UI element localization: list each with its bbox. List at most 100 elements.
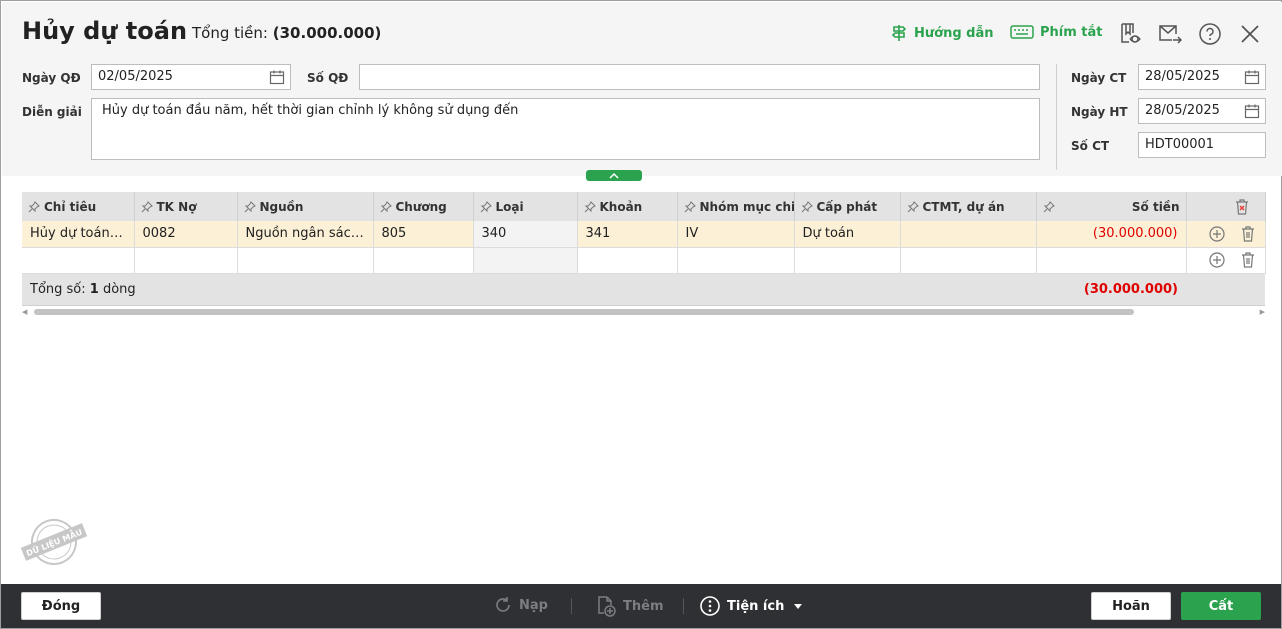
add-button[interactable]: Thêm bbox=[595, 595, 664, 617]
cell-empty[interactable] bbox=[22, 247, 135, 274]
pin-icon[interactable] bbox=[28, 200, 40, 213]
collapse-header-button[interactable] bbox=[586, 170, 642, 181]
cell-nhom-muc-chi[interactable]: IV bbox=[677, 221, 795, 248]
calendar-icon[interactable] bbox=[1244, 69, 1260, 85]
signpost-icon bbox=[891, 25, 907, 41]
ngay-ht-value: 28/05/2025 bbox=[1145, 103, 1220, 118]
detail-grid: Chỉ tiêu TK Nợ Nguồn Chương Loại Khoản N… bbox=[22, 192, 1266, 274]
divider bbox=[1056, 64, 1057, 170]
calendar-icon[interactable] bbox=[1244, 103, 1260, 119]
so-qd-field[interactable] bbox=[359, 64, 1040, 90]
ngay-ct-label: Ngày CT bbox=[1071, 71, 1127, 85]
pin-icon[interactable] bbox=[684, 200, 696, 213]
cell-chuong[interactable]: 805 bbox=[373, 221, 474, 248]
guide-link[interactable]: Hướng dẫn bbox=[890, 24, 994, 42]
horizontal-scrollbar[interactable]: ◀ ▶ bbox=[22, 308, 1265, 316]
scroll-left-icon[interactable]: ◀ bbox=[22, 308, 27, 316]
col-actions bbox=[1186, 192, 1266, 221]
delete-row-icon[interactable] bbox=[1239, 251, 1257, 269]
col-chuong[interactable]: Chương bbox=[373, 192, 474, 221]
view-document-icon[interactable] bbox=[1118, 22, 1142, 46]
utility-menu[interactable]: Tiện ích bbox=[699, 595, 806, 617]
pin-icon[interactable] bbox=[907, 200, 919, 213]
pin-icon[interactable] bbox=[801, 200, 813, 213]
pin-icon[interactable] bbox=[584, 200, 596, 213]
ngay-qd-label: Ngày QĐ bbox=[22, 71, 81, 85]
page-title: Hủy dự toán bbox=[22, 17, 188, 45]
cell-empty[interactable] bbox=[134, 247, 238, 274]
pin-icon[interactable] bbox=[380, 200, 392, 213]
defer-button[interactable]: Hoãn bbox=[1091, 592, 1171, 620]
cell-empty[interactable] bbox=[473, 247, 578, 274]
cell-empty[interactable] bbox=[677, 247, 795, 274]
guide-label: Hướng dẫn bbox=[914, 25, 994, 41]
delete-row-icon[interactable] bbox=[1239, 225, 1257, 243]
ngay-ht-label: Ngày HT bbox=[1071, 105, 1128, 119]
col-ctmt-du-an[interactable]: CTMT, dự án bbox=[900, 192, 1037, 221]
toolbar-separator bbox=[683, 598, 684, 614]
add-label: Thêm bbox=[623, 598, 664, 614]
shortcut-link[interactable]: Phím tắt bbox=[1010, 24, 1103, 40]
dialog-window: Hủy dự toán Tổng tiền: (30.000.000) Hướn… bbox=[0, 0, 1282, 629]
reload-label: Nạp bbox=[519, 597, 548, 613]
pin-icon[interactable] bbox=[141, 200, 153, 213]
cell-nguon[interactable]: Nguồn ngân sách... bbox=[237, 221, 374, 248]
row-count-value: 1 bbox=[89, 282, 99, 297]
pin-icon[interactable] bbox=[480, 200, 492, 213]
col-tk-no[interactable]: TK Nợ bbox=[134, 192, 238, 221]
col-so-tien[interactable]: Số tiền bbox=[1036, 192, 1187, 221]
ngay-qd-field[interactable]: 02/05/2025 bbox=[91, 64, 291, 90]
cell-empty[interactable] bbox=[373, 247, 474, 274]
save-button[interactable]: Cất bbox=[1181, 592, 1261, 620]
col-khoan[interactable]: Khoản bbox=[577, 192, 678, 221]
keyboard-icon bbox=[1010, 25, 1034, 39]
pin-icon[interactable] bbox=[1043, 200, 1055, 213]
col-cap-phat[interactable]: Cấp phát bbox=[794, 192, 901, 221]
cell-empty[interactable] bbox=[794, 247, 901, 274]
grid-header: Chỉ tiêu TK Nợ Nguồn Chương Loại Khoản N… bbox=[22, 192, 1266, 221]
so-ct-field[interactable]: HDT00001 bbox=[1138, 132, 1266, 158]
cell-ctmt-du-an[interactable] bbox=[900, 221, 1037, 248]
reload-button[interactable]: Nạp bbox=[493, 595, 548, 615]
ngay-ct-field[interactable]: 28/05/2025 bbox=[1138, 64, 1266, 90]
so-ct-label: Số CT bbox=[1071, 139, 1110, 153]
col-chi-tieu[interactable]: Chỉ tiêu bbox=[22, 192, 135, 221]
send-mail-icon[interactable] bbox=[1158, 22, 1182, 46]
calendar-icon[interactable] bbox=[269, 69, 285, 85]
col-loai[interactable]: Loại bbox=[473, 192, 578, 221]
ngay-qd-value: 02/05/2025 bbox=[98, 69, 173, 84]
scroll-thumb[interactable] bbox=[34, 309, 1134, 315]
delete-all-icon[interactable] bbox=[1233, 198, 1251, 216]
close-button[interactable]: Đóng bbox=[21, 592, 101, 620]
dien-giai-field[interactable]: Hủy dự toán đầu năm, hết thời gian chỉnh… bbox=[91, 98, 1040, 160]
close-icon[interactable] bbox=[1238, 22, 1262, 46]
cell-empty[interactable] bbox=[237, 247, 374, 274]
scroll-right-icon[interactable]: ▶ bbox=[1260, 308, 1265, 316]
total-label: Tổng tiền: bbox=[192, 24, 268, 42]
cell-empty[interactable] bbox=[900, 247, 1037, 274]
add-row-icon[interactable] bbox=[1208, 251, 1226, 269]
col-nguon[interactable]: Nguồn bbox=[237, 192, 374, 221]
cell-empty[interactable] bbox=[577, 247, 678, 274]
table-row[interactable] bbox=[22, 247, 1266, 274]
cell-loai[interactable]: 340 bbox=[473, 221, 578, 248]
cell-empty[interactable] bbox=[1036, 247, 1187, 274]
table-row[interactable]: Hủy dự toán ... 0082 Nguồn ngân sách... … bbox=[22, 221, 1266, 248]
cell-khoan[interactable]: 341 bbox=[577, 221, 678, 248]
header-panel: Hủy dự toán Tổng tiền: (30.000.000) Hướn… bbox=[2, 2, 1282, 176]
ngay-ht-field[interactable]: 28/05/2025 bbox=[1138, 98, 1266, 124]
cell-chi-tieu[interactable]: Hủy dự toán ... bbox=[22, 221, 135, 248]
help-icon[interactable] bbox=[1198, 22, 1222, 46]
summary-amount: (30.000.000) bbox=[1083, 282, 1178, 297]
total-value: (30.000.000) bbox=[272, 24, 382, 42]
row-actions bbox=[1186, 221, 1266, 248]
toolbar-separator bbox=[571, 598, 572, 614]
footer-toolbar: Đóng Nạp Thêm Tiện ích Hoãn Cất bbox=[1, 584, 1281, 628]
cell-tk-no[interactable]: 0082 bbox=[134, 221, 238, 248]
col-nhom-muc-chi[interactable]: Nhóm mục chi bbox=[677, 192, 795, 221]
cell-so-tien[interactable]: (30.000.000) bbox=[1036, 221, 1187, 248]
add-row-icon[interactable] bbox=[1208, 225, 1226, 243]
cell-cap-phat[interactable]: Dự toán bbox=[794, 221, 901, 248]
caret-down-icon bbox=[794, 604, 803, 609]
pin-icon[interactable] bbox=[244, 200, 256, 213]
